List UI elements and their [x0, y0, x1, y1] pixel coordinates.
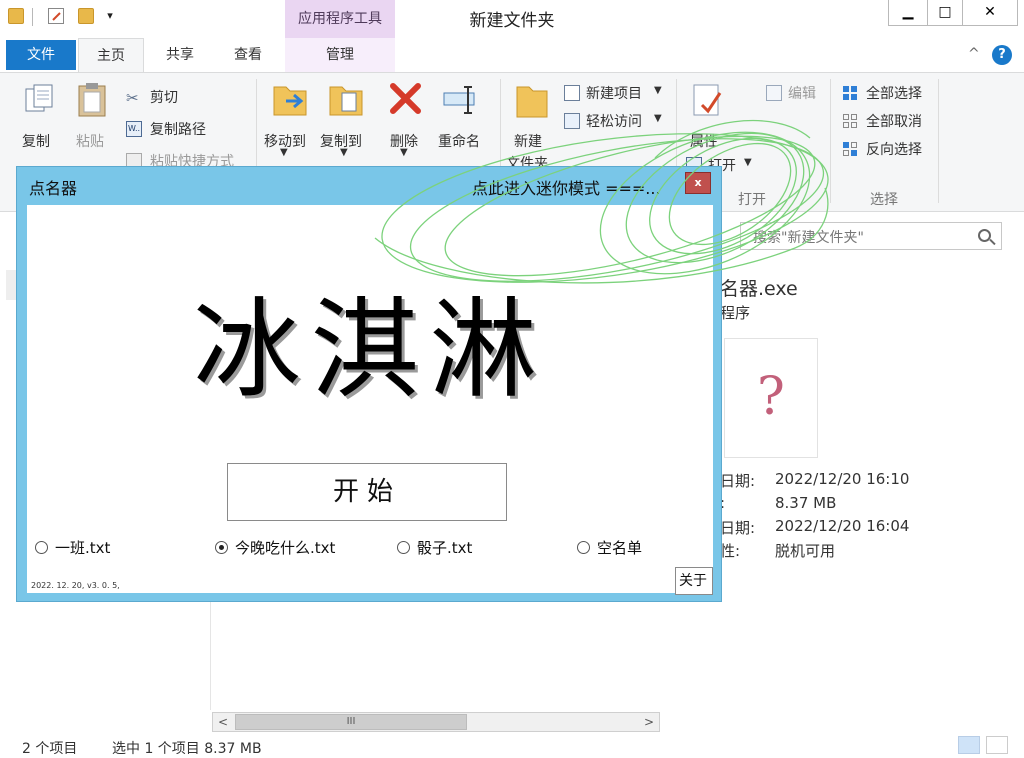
roll-call-dialog: 点名器 点此进入迷你模式 ===... x 冰淇淋 开始 一班.txt 今晚吃什…: [16, 166, 722, 602]
move-to-chevron-icon[interactable]: ▼: [280, 147, 288, 158]
list-option-label: 今晚吃什么.txt: [235, 539, 336, 557]
details-view-icon[interactable]: [958, 736, 980, 754]
details-value-modified: 2022/12/20 16:10: [775, 470, 910, 488]
list-option-label: 空名单: [597, 539, 643, 557]
scroll-right-arrow[interactable]: >: [639, 713, 659, 731]
scroll-left-arrow[interactable]: <: [213, 713, 233, 731]
copy-path-icon: W..: [126, 121, 142, 137]
explorer-titlebar: ▾ 应用程序工具 新建文件夹 ▁ □ ✕: [0, 0, 1024, 38]
details-filename: 名器.exe: [720, 278, 798, 300]
maximize-button[interactable]: □: [927, 0, 963, 26]
tab-manage[interactable]: 管理: [285, 38, 395, 72]
select-none-icon: [842, 113, 858, 129]
select-all-button[interactable]: 全部选择: [866, 83, 922, 103]
question-mark-icon: ?: [757, 367, 785, 427]
details-label-availability: 性:: [720, 542, 741, 560]
list-option-label: 一班.txt: [55, 539, 111, 557]
search-icon[interactable]: [978, 229, 991, 242]
new-folder-label-line1[interactable]: 新建: [514, 131, 542, 151]
help-icon[interactable]: ?: [992, 45, 1012, 65]
tab-view[interactable]: 查看: [218, 38, 278, 72]
horizontal-scrollbar[interactable]: < III >: [212, 712, 660, 732]
edit-icon: [766, 85, 782, 101]
list-option-1[interactable]: 今晚吃什么.txt: [215, 537, 335, 558]
edit-button[interactable]: 编辑: [788, 83, 816, 103]
tab-file[interactable]: 文件: [6, 40, 76, 70]
version-label: 2022. 12. 20, v3. 0. 5,: [31, 581, 120, 590]
details-value-size: 8.37 MB: [775, 494, 837, 512]
radio-icon[interactable]: [397, 541, 410, 554]
rename-button[interactable]: 重命名: [438, 131, 480, 151]
paste-icon[interactable]: [76, 81, 110, 117]
delete-icon[interactable]: [388, 81, 422, 115]
minimize-button[interactable]: ▁: [888, 0, 928, 26]
search-placeholder: 搜索"新建文件夹": [753, 230, 864, 246]
details-label-modified: 日期:: [720, 472, 756, 490]
tab-home[interactable]: 主页: [78, 38, 144, 72]
copy-icon[interactable]: [22, 83, 56, 117]
new-item-chevron-icon[interactable]: ▼: [654, 85, 662, 96]
copy-to-icon[interactable]: [328, 79, 363, 116]
dialog-title: 点名器: [29, 179, 78, 198]
new-item-icon: [564, 85, 580, 101]
delete-chevron-icon[interactable]: ▼: [400, 147, 408, 158]
ribbon-group-separator: [938, 79, 939, 203]
list-option-3[interactable]: 空名单: [577, 537, 642, 558]
new-item-button[interactable]: 新建项目: [586, 83, 642, 103]
details-value-availability: 脱机可用: [775, 542, 836, 560]
file-thumbnail: ?: [724, 338, 818, 458]
close-button[interactable]: ✕: [962, 0, 1018, 26]
ribbon-tabs: 文件 主页 共享 查看 管理 ^ ?: [0, 38, 1024, 72]
open-chevron-icon[interactable]: ▼: [744, 157, 752, 168]
open-group-label: 打开: [738, 192, 766, 208]
list-option-0[interactable]: 一班.txt: [35, 537, 110, 558]
cut-button[interactable]: 剪切: [150, 87, 178, 107]
list-option-label: 骰子.txt: [417, 539, 473, 557]
radio-icon[interactable]: [577, 541, 590, 554]
ribbon-group-separator: [830, 79, 831, 203]
status-bar: 2 个项目 选中 1 个项目 8.37 MB: [0, 734, 1024, 757]
properties-button[interactable]: 属性: [690, 131, 718, 151]
radio-selected-icon[interactable]: [215, 541, 228, 554]
drawn-name: 冰淇淋: [192, 288, 547, 413]
copy-path-button[interactable]: 复制路径: [150, 119, 206, 139]
search-input[interactable]: 搜索"新建文件夹": [740, 222, 1002, 250]
large-icons-view-icon[interactable]: [986, 736, 1008, 754]
invert-selection-icon: [842, 141, 858, 157]
move-to-icon[interactable]: [272, 79, 307, 116]
rename-icon[interactable]: [442, 83, 476, 117]
tab-share[interactable]: 共享: [150, 38, 210, 72]
easy-access-icon: [564, 113, 580, 129]
status-item-count: 2 个项目: [22, 741, 78, 757]
paste-button[interactable]: 粘贴: [76, 131, 104, 151]
details-label-created: 日期:: [720, 519, 756, 537]
properties-icon[interactable]: [690, 83, 724, 117]
invert-selection-button[interactable]: 反向选择: [866, 139, 922, 159]
details-value-created: 2022/12/20 16:04: [775, 517, 910, 535]
scroll-thumb[interactable]: III: [235, 714, 467, 730]
scissors-icon: ✂: [126, 89, 139, 107]
window-title: 新建文件夹: [469, 11, 555, 31]
copy-to-chevron-icon[interactable]: ▼: [340, 147, 348, 158]
easy-access-button[interactable]: 轻松访问: [586, 111, 642, 131]
select-group-label: 选择: [870, 192, 898, 208]
about-button[interactable]: 关于: [675, 567, 713, 595]
easy-access-chevron-icon[interactable]: ▼: [654, 113, 662, 124]
new-folder-icon[interactable]: [514, 81, 548, 118]
status-selection: 选中 1 个项目 8.37 MB: [112, 741, 262, 757]
mini-mode-link[interactable]: 点此进入迷你模式 ===...: [472, 175, 661, 199]
dialog-body: 冰淇淋 开始 一班.txt 今晚吃什么.txt 骰子.txt 空名单 2022.…: [27, 205, 713, 595]
copy-button[interactable]: 复制: [22, 131, 50, 151]
start-button[interactable]: 开始: [227, 463, 507, 521]
select-none-button[interactable]: 全部取消: [866, 111, 922, 131]
details-filetype: 程序: [720, 304, 751, 322]
radio-icon[interactable]: [35, 541, 48, 554]
list-option-2[interactable]: 骰子.txt: [397, 537, 472, 558]
dialog-close-button[interactable]: x: [685, 172, 711, 194]
select-all-icon: [842, 85, 858, 101]
ribbon-collapse-icon[interactable]: ^: [968, 46, 980, 62]
